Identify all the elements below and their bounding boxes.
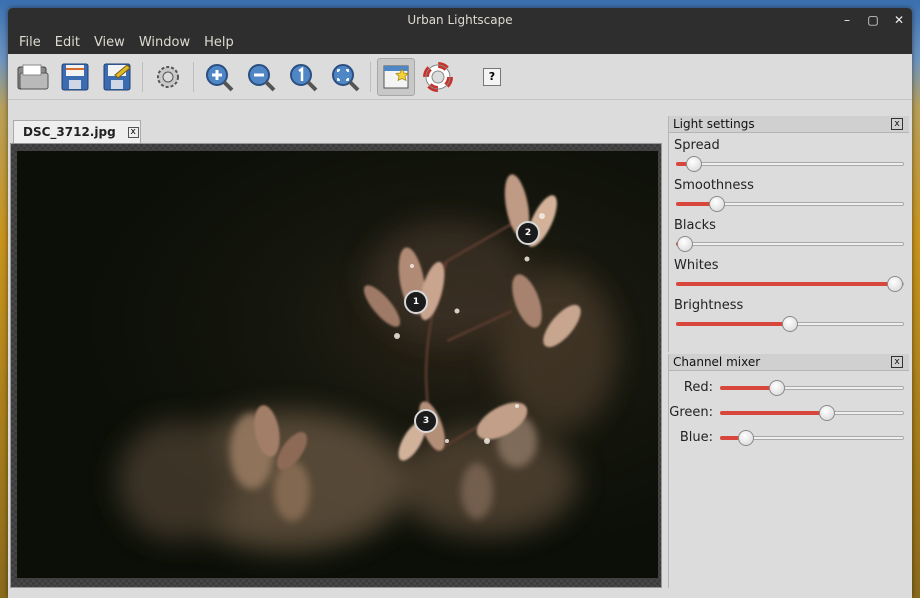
light-slider-label: Whites (674, 258, 719, 273)
zoom-in-icon (206, 63, 234, 91)
light-slider-label: Blacks (674, 218, 716, 233)
image-viewer[interactable]: 1 2 3 (10, 143, 662, 588)
menu-window[interactable]: Window (132, 32, 197, 54)
title-bar[interactable]: Urban Lightscape – ▢ ✕ (8, 8, 912, 32)
close-button[interactable]: ✕ (892, 8, 906, 32)
light-slider[interactable] (676, 316, 904, 332)
tab-label: DSC_3712.jpg (23, 125, 116, 139)
mixer-slider-label: Green: (669, 405, 713, 420)
folder-icon (17, 64, 49, 89)
control-point-3[interactable]: 3 (414, 409, 438, 433)
maximize-button[interactable]: ▢ (866, 8, 880, 32)
slider-fill (676, 282, 895, 286)
tab-bar: DSC_3712.jpg x (8, 117, 661, 143)
window-title: Urban Lightscape (407, 13, 513, 27)
tab-close-icon[interactable]: x (127, 126, 139, 138)
slider-handle[interactable] (782, 316, 798, 332)
slider-handle[interactable] (709, 196, 725, 212)
floppy-edit-icon (103, 63, 131, 90)
light-slider[interactable] (676, 196, 904, 212)
light-settings-panel: Light settings x Spread Smoothness Blacks W… (668, 116, 909, 352)
light-slider-label: Spread (674, 138, 720, 153)
zoom-actual-button[interactable] (284, 58, 322, 96)
photo-canvas[interactable]: 1 2 3 (17, 151, 658, 578)
lifebuoy-icon (423, 61, 453, 92)
light-slider-label: Brightness (674, 298, 744, 313)
light-slider-label: Smoothness (674, 178, 754, 193)
save-button[interactable] (56, 58, 94, 96)
slider-handle[interactable] (738, 430, 754, 446)
window-star-icon (383, 65, 409, 88)
zoom-in-button[interactable] (200, 58, 238, 96)
minimize-button[interactable]: – (840, 8, 854, 32)
open-folder-button[interactable] (14, 58, 52, 96)
show-control-points-button[interactable] (377, 57, 415, 96)
mixer-slider-label: Red: (683, 380, 713, 395)
gear-icon (157, 65, 179, 88)
light-slider[interactable] (676, 156, 904, 172)
light-slider[interactable] (676, 236, 904, 252)
menu-edit[interactable]: Edit (48, 32, 87, 54)
slider-handle[interactable] (769, 380, 785, 396)
settings-button[interactable] (149, 58, 187, 96)
control-point-2[interactable]: 2 (516, 221, 540, 245)
zoom-out-button[interactable] (242, 58, 280, 96)
floppy-save-icon (61, 63, 89, 90)
light-slider[interactable] (676, 276, 904, 292)
mixer-slider[interactable] (720, 380, 904, 396)
channel-mixer-title: Channel mixer (673, 355, 761, 369)
toolbar-separator (193, 61, 194, 92)
app-window: Urban Lightscape – ▢ ✕ File Edit View Wi… (8, 8, 912, 598)
whats-this-button[interactable]: ? (483, 67, 501, 86)
mixer-slider-label: Blue: (679, 430, 713, 445)
menu-file[interactable]: File (12, 32, 48, 54)
slider-handle[interactable] (887, 276, 903, 292)
channel-mixer-header: Channel mixer x (669, 354, 909, 371)
toolbar-separator (142, 61, 143, 92)
slider-track (676, 242, 904, 246)
menu-view[interactable]: View (87, 32, 132, 54)
channel-mixer-close-icon[interactable]: x (891, 356, 903, 368)
slider-handle[interactable] (686, 156, 702, 172)
control-point-1[interactable]: 1 (404, 290, 428, 314)
zoom-fit-button[interactable] (326, 58, 364, 96)
zoom-fit-icon (332, 63, 360, 91)
tab-image[interactable]: DSC_3712.jpg x (13, 120, 141, 143)
zoom-out-icon (248, 63, 276, 91)
light-settings-close-icon[interactable]: x (891, 118, 903, 130)
mixer-slider[interactable] (720, 405, 904, 421)
light-settings-title: Light settings (673, 117, 755, 131)
toolbar: ? (8, 54, 912, 100)
channel-mixer-panel: Channel mixer x Red: Green: Blue: (668, 354, 909, 588)
slider-track (676, 162, 904, 166)
slider-fill (720, 411, 827, 415)
menu-bar: File Edit View Window Help (8, 32, 912, 54)
light-settings-header: Light settings x (669, 116, 909, 133)
menu-help[interactable]: Help (197, 32, 241, 54)
slider-handle[interactable] (819, 405, 835, 421)
slider-handle[interactable] (677, 236, 693, 252)
save-as-button[interactable] (98, 58, 136, 96)
mixer-slider[interactable] (720, 430, 904, 446)
slider-fill (676, 322, 790, 326)
help-lifebuoy-button[interactable] (419, 58, 457, 96)
zoom-1-icon (290, 63, 318, 91)
flower-photo (117, 174, 617, 551)
toolbar-separator (370, 61, 371, 92)
